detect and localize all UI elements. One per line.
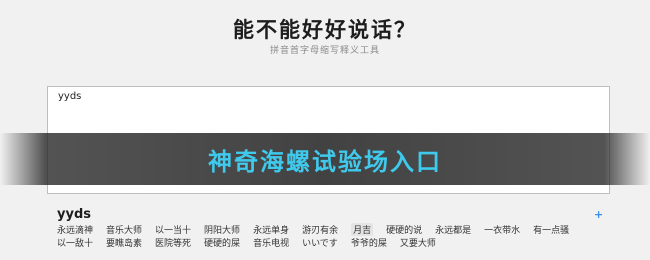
result-tag[interactable]: 音乐大师 <box>106 223 142 236</box>
result-tags-row-1: 永远滴神 音乐大师 以一当十 阴阳大师 永远单身 游刃有余 月吉 硬硬的说 永远… <box>57 223 569 236</box>
result-tag[interactable]: 爷爷的屎 <box>351 236 387 249</box>
result-tag[interactable]: 又要大师 <box>400 236 436 249</box>
result-tag[interactable]: 硬硬的说 <box>386 223 422 236</box>
result-tag[interactable]: 永远都是 <box>435 223 471 236</box>
result-tag[interactable]: 有一点骚 <box>533 223 569 236</box>
result-tag[interactable]: 要瞧岛素 <box>106 236 142 249</box>
result-tag[interactable]: 以一敌十 <box>57 236 93 249</box>
banner-text: 神奇海螺试验场入口 <box>208 147 442 176</box>
result-tag[interactable]: 以一当十 <box>155 223 191 236</box>
result-tag[interactable]: 硬硬的屎 <box>204 236 240 249</box>
result-tag[interactable]: いいです <box>302 236 338 249</box>
result-tag[interactable]: 永远单身 <box>253 223 289 236</box>
result-tag[interactable]: 阴阳大师 <box>204 223 240 236</box>
result-tag[interactable]: 永远滴神 <box>57 223 93 236</box>
promo-banner[interactable]: 神奇海螺试验场入口 <box>0 133 650 185</box>
result-tag-highlighted[interactable]: 月吉 <box>351 223 374 236</box>
add-icon[interactable]: + <box>594 208 603 221</box>
result-tags-row-2: 以一敌十 要瞧岛素 医院等死 硬硬的屎 音乐电视 いいです 爷爷的屎 又要大师 <box>57 236 436 249</box>
result-tag[interactable]: 游刃有余 <box>302 223 338 236</box>
page-title: 能不能好好说话？ <box>233 18 417 42</box>
result-word: yyds <box>57 207 91 222</box>
result-tag[interactable]: 一衣带水 <box>484 223 520 236</box>
page-subtitle: 拼音首字母缩写释义工具 <box>269 46 380 56</box>
result-tag[interactable]: 音乐电视 <box>253 236 289 249</box>
result-tag[interactable]: 医院等死 <box>155 236 191 249</box>
